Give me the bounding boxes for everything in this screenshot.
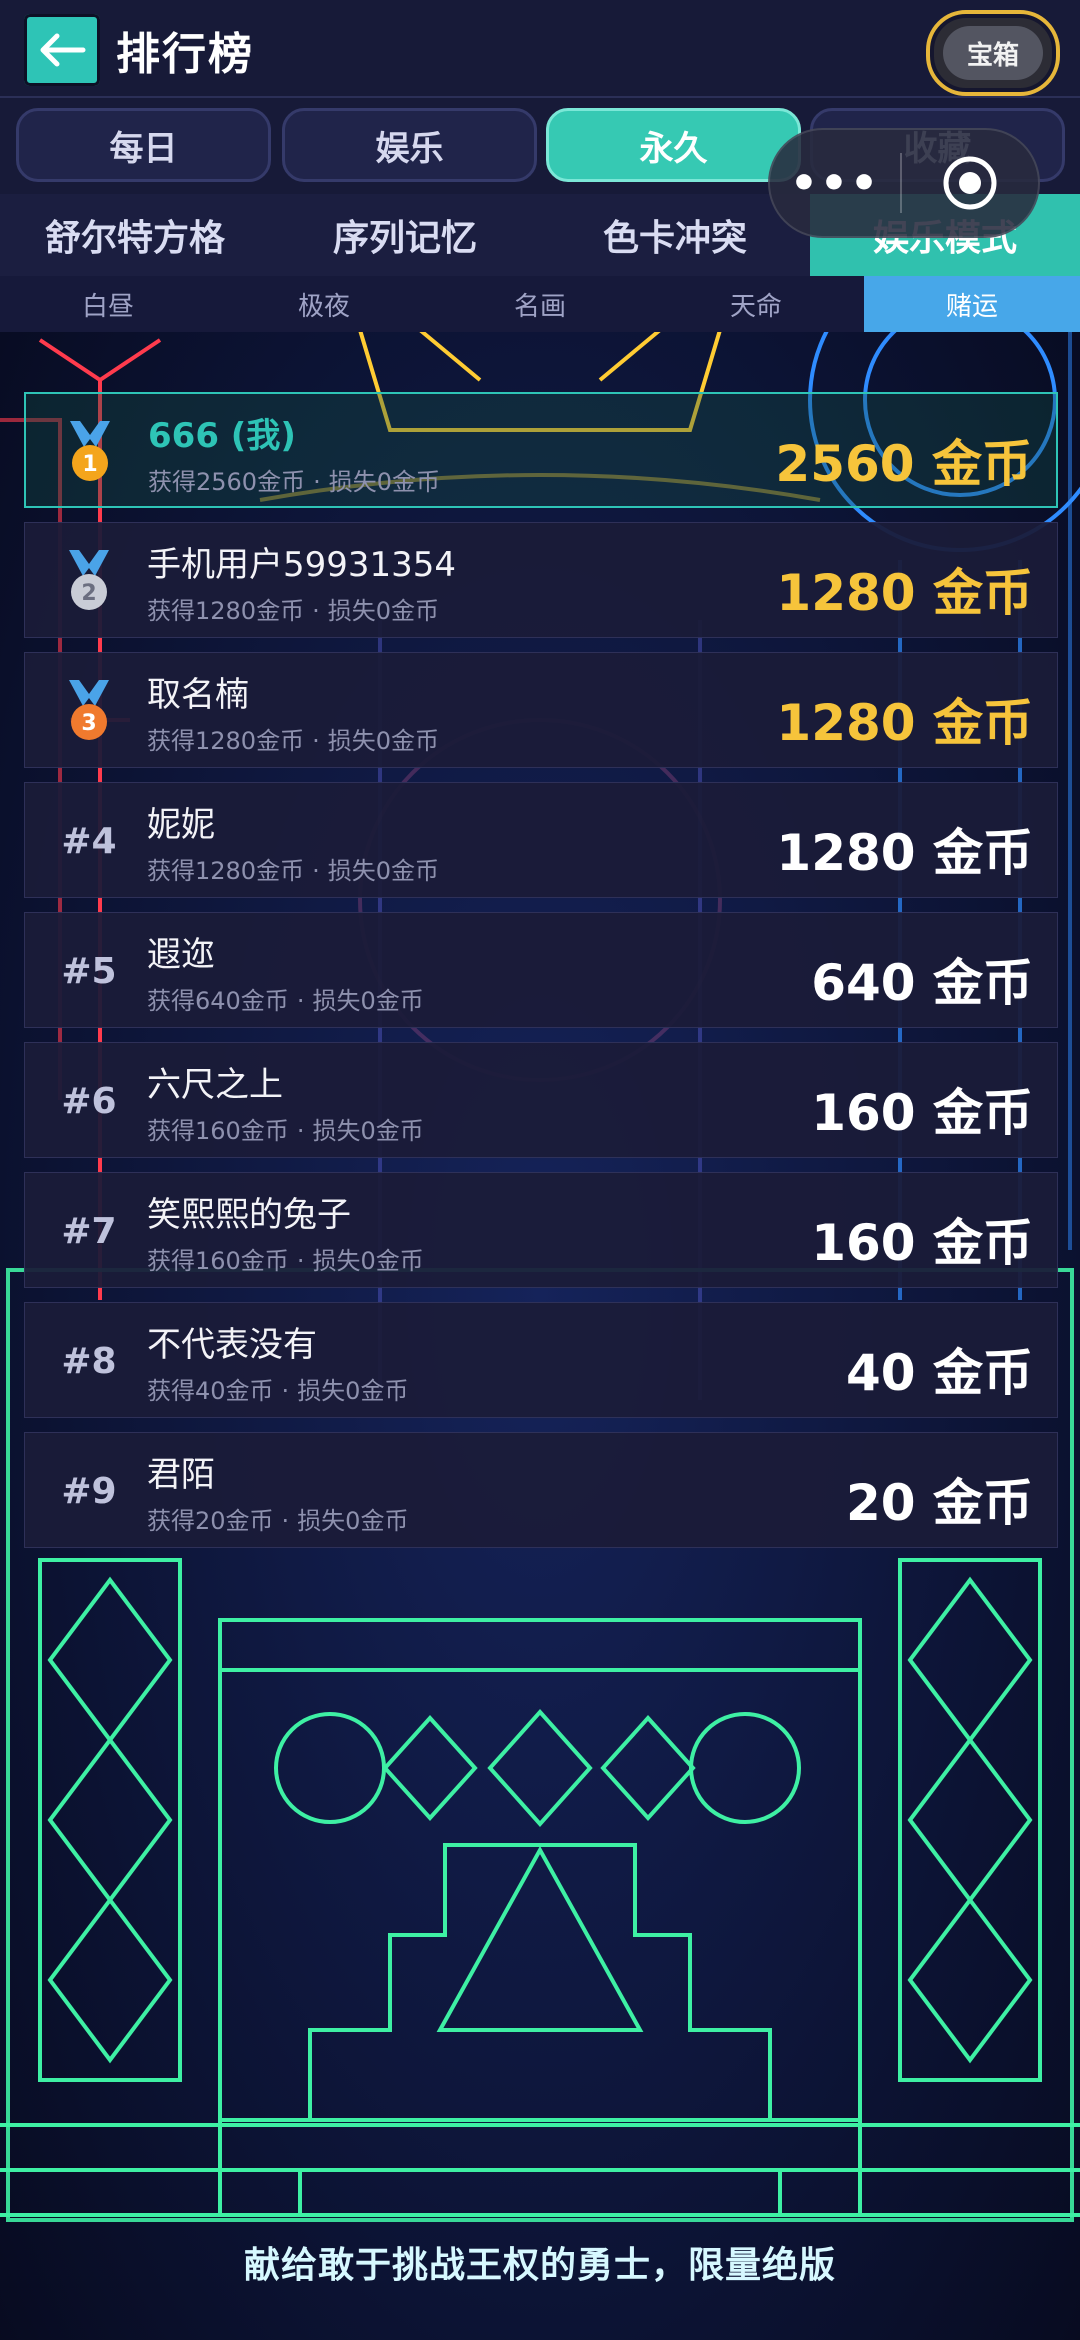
treasure-chest-label: 宝箱 — [943, 26, 1043, 80]
rank-cell: 3 — [25, 653, 153, 769]
silver-medal-icon: 2 — [69, 550, 109, 610]
gained-text: 获得640金币 — [147, 987, 289, 1015]
player-detail: 获得2560金币 · 损失0金币 — [148, 468, 440, 496]
player-detail: 获得1280金币 · 损失0金币 — [147, 597, 439, 625]
bronze-medal-icon: 3 — [69, 680, 109, 740]
rank-number: #9 — [61, 1470, 117, 1512]
gained-text: 获得1280金币 — [147, 597, 305, 625]
player-score: 2560 金币 — [775, 435, 1032, 493]
player-detail: 获得20金币 · 损失0金币 — [147, 1507, 409, 1535]
gained-text: 获得160金币 — [147, 1117, 289, 1145]
player-name: 笑熙熙的兔子 — [147, 1195, 351, 1235]
rank-number: #6 — [61, 1080, 117, 1122]
lost-text: 损失0金币 — [327, 727, 439, 755]
tab-gambling-luck[interactable]: 赌运 — [864, 276, 1080, 332]
target-close-icon — [943, 156, 997, 210]
rank-number: #8 — [61, 1340, 117, 1382]
lost-text: 损失0金币 — [328, 468, 440, 496]
player-name: 君陌 — [147, 1455, 215, 1495]
gained-text: 获得160金币 — [147, 1247, 289, 1275]
player-name: 妮妮 — [147, 805, 215, 845]
player-name: 不代表没有 — [147, 1325, 317, 1365]
tab-permanent[interactable]: 永久 — [546, 108, 801, 182]
gained-text: 获得20金币 — [147, 1507, 274, 1535]
leaderboard-row[interactable]: 3 取名楠 获得1280金币 · 损失0金币 1280 金币 — [24, 652, 1058, 768]
player-score: 20 金币 — [846, 1474, 1033, 1532]
tab-destiny[interactable]: 天命 — [648, 276, 864, 332]
leaderboard-row[interactable]: #5 遐迩 获得640金币 · 损失0金币 640 金币 — [24, 912, 1058, 1028]
treasure-chest-button[interactable]: 宝箱 — [926, 10, 1060, 96]
neon-throne-background — [0, 0, 1080, 2340]
rank-number: #7 — [61, 1210, 117, 1252]
lost-text: 损失0金币 — [312, 987, 424, 1015]
leaderboard-row[interactable]: 2 手机用户59931354 获得1280金币 · 损失0金币 1280 金币 — [24, 522, 1058, 638]
player-name: 六尺之上 — [147, 1065, 283, 1105]
tab-polar-night[interactable]: 极夜 — [216, 276, 432, 332]
miniprogram-capsule: ••• — [768, 128, 1040, 238]
leaderboard-row[interactable]: #9 君陌 获得20金币 · 损失0金币 20 金币 — [24, 1432, 1058, 1548]
tab-schulte-grid[interactable]: 舒尔特方格 — [0, 194, 270, 276]
tab-daytime[interactable]: 白昼 — [0, 276, 216, 332]
gold-medal-icon: 1 — [70, 421, 110, 481]
close-miniprogram-button[interactable] — [902, 153, 1038, 213]
player-name: 手机用户59931354 — [147, 545, 457, 585]
back-button[interactable] — [24, 14, 100, 86]
medal-rank-number: 2 — [81, 581, 96, 606]
player-detail: 获得40金币 · 损失0金币 — [147, 1377, 409, 1405]
more-options-button[interactable]: ••• — [770, 158, 900, 209]
player-name: 遐迩 — [147, 935, 215, 975]
rank-number: #4 — [61, 820, 117, 862]
top-app-bar: 排行榜 宝箱 — [0, 0, 1080, 98]
lost-text: 损失0金币 — [327, 597, 439, 625]
lost-text: 损失0金币 — [312, 1247, 424, 1275]
player-detail: 获得160金币 · 损失0金币 — [147, 1247, 424, 1275]
rank-number: #5 — [61, 950, 117, 992]
leaderboard-row[interactable]: #7 笑熙熙的兔子 获得160金币 · 损失0金币 160 金币 — [24, 1172, 1058, 1288]
rank-cell: 1 — [26, 394, 154, 510]
player-score: 160 金币 — [811, 1214, 1033, 1272]
leaderboard-row[interactable]: 1 666 (我) 获得2560金币 · 损失0金币 2560 金币 — [24, 392, 1058, 508]
player-score: 640 金币 — [811, 954, 1033, 1012]
player-score: 1280 金币 — [776, 824, 1033, 882]
leaderboard-row[interactable]: #8 不代表没有 获得40金币 · 损失0金币 40 金币 — [24, 1302, 1058, 1418]
player-score: 1280 金币 — [776, 694, 1033, 752]
footer-slogan: 献给敢于挑战王权的勇士，限量绝版 — [243, 2245, 836, 2286]
player-name: 取名楠 — [147, 675, 249, 715]
player-score: 160 金币 — [811, 1084, 1033, 1142]
gained-text: 获得2560金币 — [148, 468, 306, 496]
leaderboard-row[interactable]: #6 六尺之上 获得160金币 · 损失0金币 160 金币 — [24, 1042, 1058, 1158]
arrow-left-icon — [40, 33, 86, 67]
lost-text: 损失0金币 — [327, 857, 439, 885]
rank-cell: 2 — [25, 523, 153, 639]
lost-text: 损失0金币 — [297, 1377, 409, 1405]
tab-daily[interactable]: 每日 — [16, 108, 271, 182]
lost-text: 损失0金币 — [312, 1117, 424, 1145]
more-dots-icon: ••• — [789, 157, 881, 209]
medal-rank-number: 3 — [81, 711, 96, 736]
tab-sequence-memory[interactable]: 序列记忆 — [270, 194, 540, 276]
player-score: 40 金币 — [846, 1344, 1033, 1402]
leaderboard-row[interactable]: #4 妮妮 获得1280金币 · 损失0金币 1280 金币 — [24, 782, 1058, 898]
page-title: 排行榜 — [116, 29, 254, 80]
medal-rank-number: 1 — [82, 452, 97, 477]
player-score: 1280 金币 — [776, 564, 1033, 622]
player-detail: 获得1280金币 · 损失0金币 — [147, 727, 439, 755]
gained-text: 获得1280金币 — [147, 857, 305, 885]
player-detail: 获得640金币 · 损失0金币 — [147, 987, 424, 1015]
player-detail: 获得160金币 · 损失0金币 — [147, 1117, 424, 1145]
gained-text: 获得1280金币 — [147, 727, 305, 755]
player-detail: 获得1280金币 · 损失0金币 — [147, 857, 439, 885]
tab-entertainment[interactable]: 娱乐 — [282, 108, 537, 182]
lost-text: 损失0金币 — [297, 1507, 409, 1535]
tab-masterpiece[interactable]: 名画 — [432, 276, 648, 332]
player-name: 666 (我) — [148, 416, 296, 456]
gained-text: 获得40金币 — [147, 1377, 274, 1405]
sub-mode-tabs: 白昼 极夜 名画 天命 赌运 — [0, 276, 1080, 332]
